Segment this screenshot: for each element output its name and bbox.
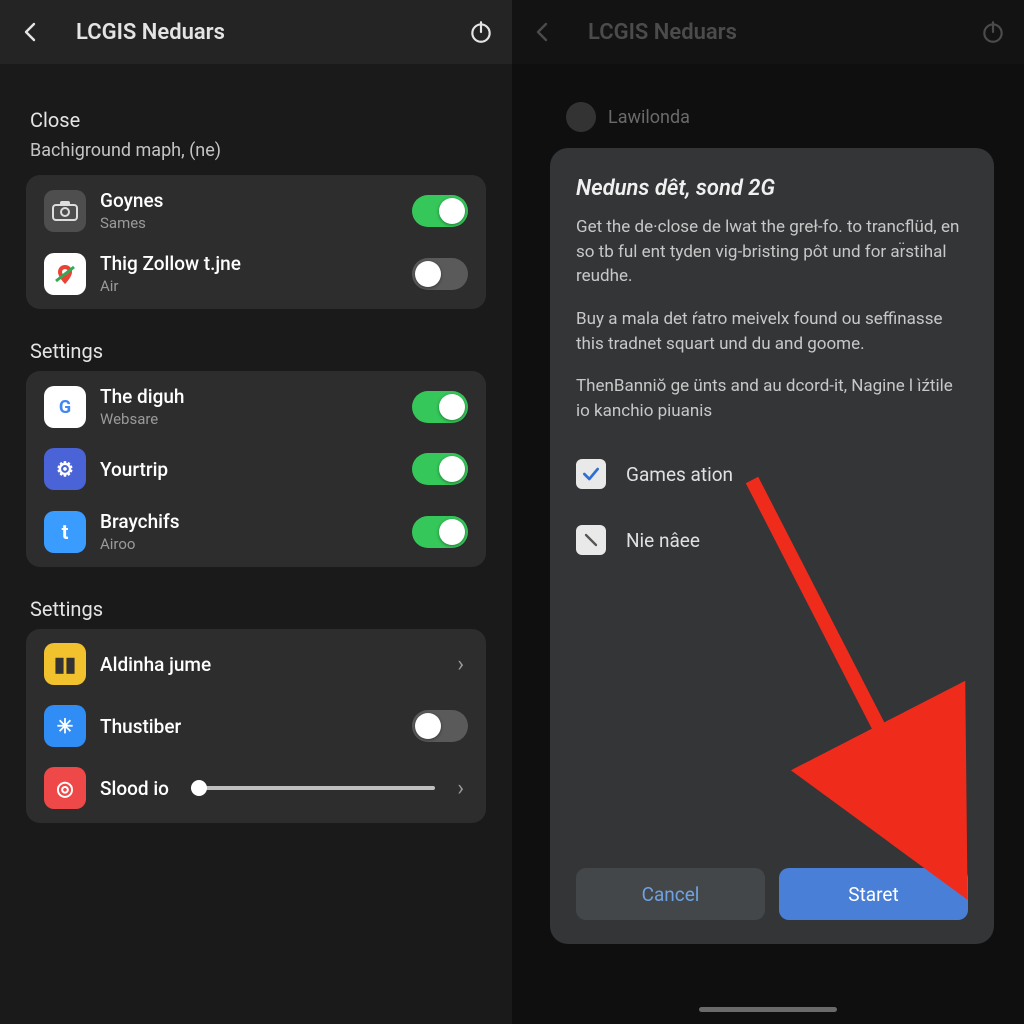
aldinha-icon: ▮▮ [44,643,86,685]
row-goynes[interactable]: Goynes Sames [26,179,486,242]
row-subtitle: Websare [100,410,398,428]
content-scroll: Close Bachiground maph, (ne) Goynes Same… [0,64,512,823]
confirmation-dialog: Neduns dêt, sond 2G Get the de·close de … [550,148,994,944]
svg-text:G: G [59,397,71,418]
row-title: Aldinha jume [100,653,443,676]
toggle-diguh[interactable] [412,391,468,423]
dialog-paragraph: ThenBanniŏ ge ünts and au dcord-it, Nagi… [576,374,968,423]
page-title: LCGIS Neduars [560,20,976,45]
trip-icon: ⚙ [44,448,86,490]
row-subtitle: Airoo [100,535,398,553]
row-title: Braychifs [100,510,398,533]
row-zollow[interactable]: Thig Zollow t.jne Air [26,242,486,305]
checkbox-nie[interactable] [576,525,606,555]
row-title: Slood io [100,777,169,800]
toggle-thustiber[interactable] [412,710,468,742]
toggle-braychifs[interactable] [412,516,468,548]
dialog-paragraph: Buy a mala det ŕatro meivelx found ou se… [576,307,968,356]
toggle-yourtrip[interactable] [412,453,468,485]
google-icon: G [44,386,86,428]
row-braychifs[interactable]: t Braychifs Airoo [26,500,486,563]
page-title: LCGIS Neduars [48,20,464,45]
row-title: Yourtrip [100,458,398,481]
dialog-button-row: Cancel Staret [576,868,968,920]
dimmed-avatar-icon [566,102,596,132]
dimmed-label: Lawilonda [608,107,690,128]
back-button[interactable] [14,15,48,49]
slood-icon: ◎ [44,767,86,809]
toggle-zollow[interactable] [412,258,468,290]
row-title: Thig Zollow t.jne [100,252,398,275]
thustiber-icon: ✳ [44,705,86,747]
checkbox-row-games[interactable]: Games ation [576,459,968,489]
back-button[interactable] [526,15,560,49]
dialog-screen: LCGIS Neduars Lawilonda Neduns dêt, sond… [512,0,1024,1024]
start-button[interactable]: Staret [779,868,968,920]
header-bar: LCGIS Neduars [0,0,512,64]
settings-screen: LCGIS Neduars Close Bachiground maph, (n… [0,0,512,1024]
toggle-goynes[interactable] [412,195,468,227]
card-settings-2: ▮▮ Aldinha jume › ✳ Thustiber ◎ Slood io… [26,629,486,823]
row-aldinha[interactable]: ▮▮ Aldinha jume › [26,633,486,695]
section-label: Close [30,108,486,132]
dialog-paragraph: Get the de·close de lwat the greł-fo. to… [576,215,968,289]
checkbox-label: Nie nâee [626,529,700,552]
section-sublabel: Bachiground maph, (ne) [26,140,486,161]
power-button[interactable] [976,15,1010,49]
chevron-right-icon: › [457,776,468,801]
camera-icon [44,190,86,232]
row-title: The diguh [100,385,398,408]
row-title: Thustiber [100,715,398,738]
power-button[interactable] [464,15,498,49]
row-diguh[interactable]: G The diguh Websare [26,375,486,438]
row-title: Goynes [100,189,398,212]
card-settings-1: G The diguh Websare ⚙ Yourtrip t Braychi… [26,371,486,567]
bray-icon: t [44,511,86,553]
row-subtitle: Air [100,277,398,295]
header-bar: LCGIS Neduars [512,0,1024,64]
checkbox-games[interactable] [576,459,606,489]
section-label: Settings [30,339,486,363]
card-close-apps: Goynes Sames Thig Zollow t.jne Air [26,175,486,309]
cancel-button[interactable]: Cancel [576,868,765,920]
maps-icon [44,253,86,295]
dialog-title: Neduns dêt, sond 2G [576,176,968,201]
slood-slider[interactable] [191,786,435,790]
row-thustiber[interactable]: ✳ Thustiber [26,695,486,757]
row-subtitle: Sames [100,214,398,232]
row-slood[interactable]: ◎ Slood io › [26,757,486,819]
section-label: Settings [30,597,486,621]
checkbox-row-nie[interactable]: Nie nâee [576,525,968,555]
chevron-right-icon: › [457,652,468,677]
home-indicator[interactable] [699,1007,837,1012]
dimmed-background-row: Lawilonda [512,64,1024,132]
row-yourtrip[interactable]: ⚙ Yourtrip [26,438,486,500]
checkbox-label: Games ation [626,463,733,486]
